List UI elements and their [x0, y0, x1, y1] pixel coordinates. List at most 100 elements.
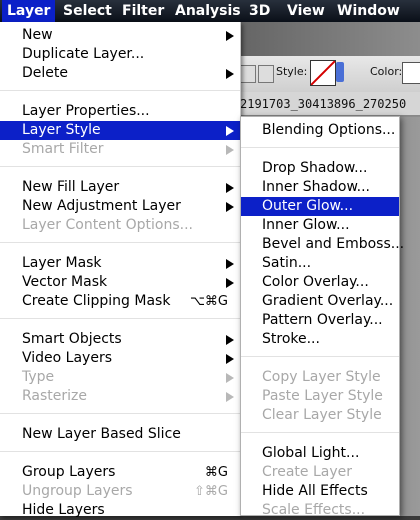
shortcut-label: ⌥⌘G: [189, 294, 228, 309]
submenu-arrow-icon: [226, 278, 234, 288]
submenu-item-color-overlay[interactable]: Color Overlay...: [241, 273, 399, 292]
menu-item-label: New Layer Based Slice: [22, 426, 181, 442]
submenu-item-drop-shadow[interactable]: Drop Shadow...: [241, 159, 399, 178]
menu-item-create-clipping-mask[interactable]: Create Clipping Mask ⌥⌘G: [0, 292, 240, 311]
menu-item-video-layers[interactable]: Video Layers: [0, 349, 240, 368]
submenu-arrow-icon: [226, 31, 234, 41]
menu-item-new-layer-based-slice[interactable]: New Layer Based Slice: [0, 425, 240, 444]
menu-item-label: Create Clipping Mask: [22, 293, 171, 309]
menu-separator: [241, 356, 399, 357]
menu-item-label: Rasterize: [22, 388, 88, 404]
submenu-item-gradient-overlay[interactable]: Gradient Overlay...: [241, 292, 399, 311]
submenu-item-clear-layer-style: Clear Layer Style: [262, 407, 382, 423]
style-label: Style:: [276, 65, 308, 78]
submenu-arrow-icon: [226, 373, 234, 383]
menu-item-layer-properties[interactable]: Layer Properties...: [0, 102, 240, 121]
submenu-item-pattern-overlay[interactable]: Pattern Overlay...: [241, 311, 399, 330]
menu-item-new[interactable]: New: [0, 26, 240, 45]
menu-item-label: Delete: [22, 65, 68, 81]
menu-item-delete[interactable]: Delete: [0, 64, 240, 83]
menu-item-label: New: [22, 27, 53, 43]
menu-item-ungroup-layers: Ungroup Layers ⇧⌘G: [0, 482, 240, 501]
menubar-filter[interactable]: Filter: [117, 0, 169, 22]
menu-item-label: Smart Filter: [22, 141, 104, 157]
menu-bar: Layer Select Filter Analysis 3D View Win…: [0, 0, 420, 22]
color-label: Color:: [370, 65, 403, 78]
submenu-item-inner-glow[interactable]: Inner Glow...: [241, 216, 399, 235]
menubar-select[interactable]: Select: [58, 0, 117, 22]
submenu-arrow-icon: [226, 202, 234, 212]
menubar-analysis[interactable]: Analysis: [170, 0, 246, 22]
submenu-item-blending-options[interactable]: Blending Options...: [241, 121, 399, 140]
menu-item-layer-content-options: Layer Content Options...: [0, 216, 240, 235]
menu-item-label: Layer Content Options...: [22, 217, 193, 233]
menubar-window[interactable]: Window: [332, 0, 405, 22]
menu-item-label: Video Layers: [22, 350, 113, 366]
menu-item-smart-filter: Smart Filter: [0, 140, 240, 159]
menu-item-smart-objects[interactable]: Smart Objects: [0, 330, 240, 349]
menu-item-hide-layers[interactable]: Hide Layers: [0, 501, 240, 520]
submenu-arrow-icon: [226, 335, 234, 345]
menu-item-label: New Fill Layer: [22, 179, 120, 195]
toolbar-tool-icon[interactable]: [240, 65, 256, 83]
submenu-item-global-light[interactable]: Global Light...: [241, 444, 399, 463]
submenu-item-inner-shadow[interactable]: Inner Shadow...: [241, 178, 399, 197]
menubar-3d[interactable]: 3D: [244, 0, 275, 22]
menu-separator: [0, 166, 240, 167]
menu-separator: [241, 432, 399, 433]
submenu-item-copy-layer-style: Copy Layer Style: [262, 369, 381, 385]
menu-item-new-adjustment-layer[interactable]: New Adjustment Layer: [0, 197, 240, 216]
menu-item-label: Type: [22, 369, 55, 385]
submenu-item-satin[interactable]: Satin...: [241, 254, 399, 273]
menu-item-rasterize: Rasterize: [0, 387, 240, 406]
submenu-item-create-layer: Create Layer: [262, 464, 353, 480]
menu-item-layer-style[interactable]: Layer Style: [0, 121, 240, 140]
options-toolbar: Style: Color:: [236, 56, 420, 93]
submenu-item-bevel-emboss[interactable]: Bevel and Emboss...: [241, 235, 404, 254]
menu-item-vector-mask[interactable]: Vector Mask: [0, 273, 240, 292]
menubar-view[interactable]: View: [282, 0, 330, 22]
menu-item-label: Ungroup Layers: [22, 483, 133, 499]
menu-item-label: Layer Style: [22, 122, 101, 138]
menu-separator: [0, 413, 240, 414]
menu-item-duplicate-layer[interactable]: Duplicate Layer...: [0, 45, 240, 64]
menu-item-label: New Adjustment Layer: [22, 198, 181, 214]
menu-item-new-fill-layer[interactable]: New Fill Layer: [0, 178, 240, 197]
menu-item-label: Layer Mask: [22, 255, 102, 271]
menu-separator: [0, 242, 240, 243]
submenu-arrow-icon: [226, 354, 234, 364]
shortcut-label: ⇧⌘G: [194, 484, 228, 499]
submenu-arrow-icon: [226, 145, 234, 155]
submenu-arrow-icon: [226, 69, 234, 79]
submenu-arrow-icon: [226, 183, 234, 193]
menu-item-group-layers[interactable]: Group Layers ⌘G: [0, 463, 240, 482]
submenu-arrow-icon: [226, 259, 234, 269]
color-swatch[interactable]: [402, 62, 420, 84]
menu-item-label: Group Layers: [22, 464, 116, 480]
submenu-item-paste-layer-style: Paste Layer Style: [262, 388, 383, 404]
menu-item-type: Type: [0, 368, 240, 387]
menu-item-label: Smart Objects: [22, 331, 122, 347]
menu-item-label: Layer Properties...: [22, 103, 150, 119]
shortcut-label: ⌘G: [204, 465, 228, 480]
paperclip-icon[interactable]: [258, 65, 274, 83]
style-dropdown-button[interactable]: [336, 62, 344, 82]
style-swatch[interactable]: [310, 60, 336, 86]
menu-item-label: Duplicate Layer...: [22, 46, 145, 62]
layer-style-submenu: Blending Options... Drop Shadow... Inner…: [240, 116, 404, 518]
document-tab[interactable]: 2191703_30413896_270250: [236, 92, 420, 116]
menu-item-layer-mask[interactable]: Layer Mask: [0, 254, 240, 273]
menu-separator: [0, 318, 240, 319]
menu-separator: [0, 451, 240, 452]
menu-separator: [241, 147, 399, 148]
layer-menu: New Duplicate Layer... Delete Layer Prop…: [0, 22, 241, 518]
menu-separator: [0, 90, 240, 91]
submenu-item-stroke[interactable]: Stroke...: [241, 330, 399, 349]
menubar-layer[interactable]: Layer: [2, 0, 56, 22]
menu-item-label: Vector Mask: [22, 274, 108, 290]
submenu-arrow-icon: [226, 392, 234, 402]
submenu-item-hide-all-effects[interactable]: Hide All Effects: [241, 482, 399, 501]
submenu-item-scale-effects: Scale Effects...: [262, 502, 366, 518]
submenu-item-outer-glow[interactable]: Outer Glow...: [241, 197, 399, 216]
submenu-arrow-icon: [226, 126, 234, 136]
